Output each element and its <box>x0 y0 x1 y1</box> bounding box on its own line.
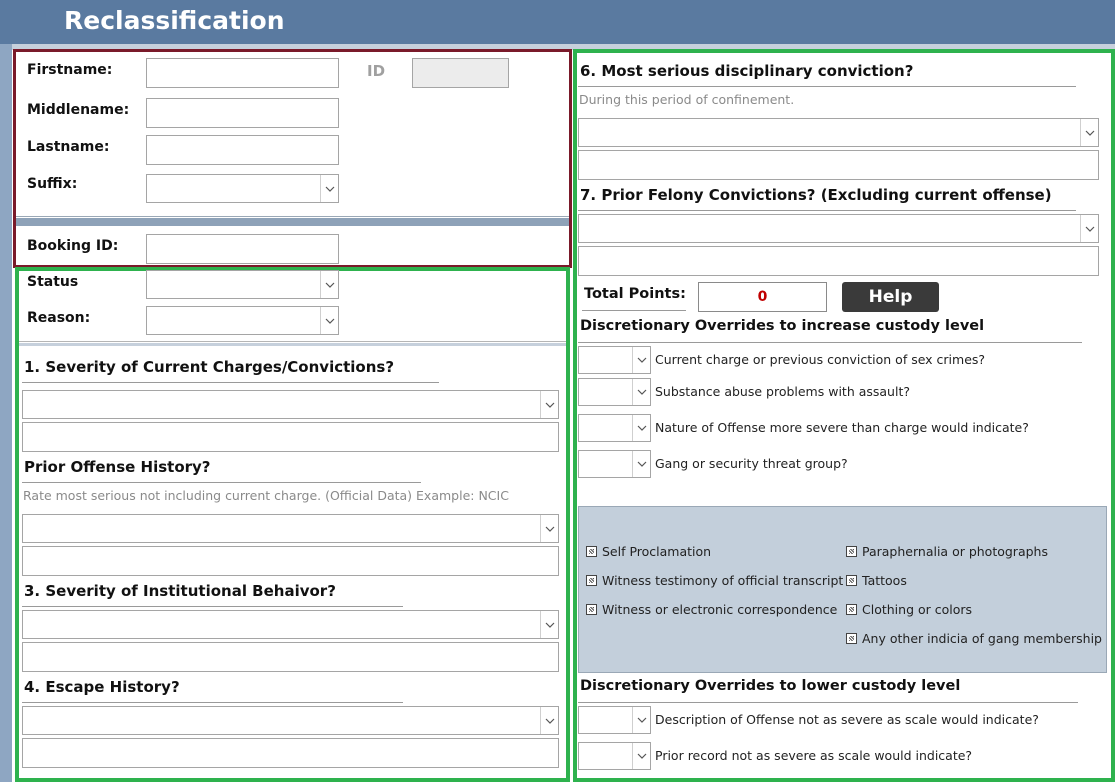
status-label: Status <box>27 274 79 290</box>
q7-label: 7. Prior Felony Convictions? (Excluding … <box>580 186 1052 204</box>
q3-points-input[interactable] <box>22 642 559 672</box>
chevron-down-icon <box>320 175 338 202</box>
q6-select[interactable] <box>578 118 1099 147</box>
overrides-increase-underline <box>578 342 1082 343</box>
checkbox[interactable] <box>586 546 597 557</box>
override-gang-select[interactable] <box>578 450 651 478</box>
q4-underline <box>22 702 403 703</box>
lastname-label: Lastname: <box>27 139 110 155</box>
q1-select[interactable] <box>22 390 559 419</box>
identity-divider-bar <box>16 218 569 226</box>
chevron-down-icon <box>540 611 558 638</box>
checkbox[interactable] <box>846 604 857 615</box>
override-sex-crimes-select[interactable] <box>578 346 651 374</box>
q2-hint: Rate most serious not including current … <box>23 488 509 503</box>
suffix-select[interactable] <box>146 174 339 203</box>
checkbox[interactable] <box>846 633 857 644</box>
override-description-select[interactable] <box>578 706 651 734</box>
q6-label: 6. Most serious disciplinary conviction? <box>580 62 914 80</box>
booking-id-input[interactable] <box>146 234 339 264</box>
q7-select[interactable] <box>578 214 1099 243</box>
status-divider-line <box>19 341 566 342</box>
override-description-label: Description of Offense not as severe as … <box>655 712 1039 727</box>
page-title: Reclassification <box>64 6 285 35</box>
override-offense-severe-select[interactable] <box>578 414 651 442</box>
q4-label: 4. Escape History? <box>24 678 180 696</box>
override-prior-record-select[interactable] <box>578 742 651 770</box>
checkbox[interactable] <box>846 546 857 557</box>
q3-underline <box>22 606 403 607</box>
chevron-down-icon <box>1080 119 1098 146</box>
checkbox[interactable] <box>846 575 857 586</box>
status-divider-bar <box>19 343 566 346</box>
booking-id-label: Booking ID: <box>27 238 119 254</box>
q3-select[interactable] <box>22 610 559 639</box>
q1-points-input[interactable] <box>22 422 559 452</box>
chevron-down-icon <box>632 347 650 373</box>
override-gang-label: Gang or security threat group? <box>655 456 848 471</box>
override-sex-crimes-label: Current charge or previous conviction of… <box>655 352 986 367</box>
checkbox[interactable] <box>586 604 597 615</box>
overrides-increase-heading: Discretionary Overrides to increase cust… <box>580 318 985 334</box>
id-label: ID <box>367 62 386 80</box>
override-offense-severe-label: Nature of Offense more severe than charg… <box>655 420 1029 435</box>
q4-select[interactable] <box>22 706 559 735</box>
firstname-label: Firstname: <box>27 62 113 78</box>
total-points-value: 0 <box>698 282 827 312</box>
reason-select[interactable] <box>146 306 339 335</box>
chevron-down-icon <box>1080 215 1098 242</box>
total-points-underline <box>582 310 686 311</box>
q2-points-input[interactable] <box>22 546 559 576</box>
chevron-down-icon <box>540 391 558 418</box>
gang-indicator-clothing[interactable]: Clothing or colors <box>846 602 972 617</box>
q7-underline <box>578 210 1076 211</box>
gang-indicator-tattoos[interactable]: Tattoos <box>846 573 907 588</box>
reason-label: Reason: <box>27 310 91 326</box>
left-side-strip <box>0 44 12 782</box>
chevron-down-icon <box>540 707 558 734</box>
chevron-down-icon <box>632 707 650 733</box>
q2-select[interactable] <box>22 514 559 543</box>
gang-indicator-self-proclamation[interactable]: Self Proclamation <box>586 544 711 559</box>
gang-indicator-witness-testimony[interactable]: Witness testimony of official transcript <box>586 573 843 588</box>
middlename-input[interactable] <box>146 98 339 128</box>
q7-points-input[interactable] <box>578 246 1099 276</box>
gang-indicator-witness-correspondence[interactable]: Witness or electronic correspondence <box>586 602 837 617</box>
gang-indicator-paraphernalia[interactable]: Paraphernalia or photographs <box>846 544 1048 559</box>
help-button[interactable]: Help <box>842 282 939 312</box>
lastname-input[interactable] <box>146 135 339 165</box>
q2-underline <box>22 482 421 483</box>
suffix-label: Suffix: <box>27 176 78 192</box>
chevron-down-icon <box>632 743 650 769</box>
chevron-down-icon <box>320 271 338 298</box>
chevron-down-icon <box>540 515 558 542</box>
q3-label: 3. Severity of Institutional Behaivor? <box>24 582 336 600</box>
identity-divider-line <box>16 216 569 217</box>
override-substance-abuse-label: Substance abuse problems with assault? <box>655 384 910 399</box>
q4-points-input[interactable] <box>22 738 559 768</box>
gang-indicator-other[interactable]: Any other indicia of gang membership <box>846 631 1102 646</box>
override-substance-abuse-select[interactable] <box>578 378 651 406</box>
total-points-label: Total Points: <box>584 286 686 302</box>
overrides-lower-heading: Discretionary Overrides to lower custody… <box>580 678 961 694</box>
q6-points-input[interactable] <box>578 150 1099 180</box>
overrides-lower-underline <box>578 702 1078 703</box>
middlename-label: Middlename: <box>27 102 130 118</box>
checkbox[interactable] <box>586 575 597 586</box>
q1-label: 1. Severity of Current Charges/Convictio… <box>24 358 395 376</box>
chevron-down-icon <box>632 451 650 477</box>
firstname-input[interactable] <box>146 58 339 88</box>
status-select[interactable] <box>146 270 339 299</box>
chevron-down-icon <box>632 415 650 441</box>
q6-hint: During this period of confinement. <box>579 92 795 107</box>
q2-label: Prior Offense History? <box>24 458 211 476</box>
override-prior-record-label: Prior record not as severe as scale woul… <box>655 748 973 763</box>
chevron-down-icon <box>320 307 338 334</box>
q1-underline <box>22 382 439 383</box>
gang-indicators-panel <box>578 506 1107 673</box>
q6-underline <box>578 86 1076 87</box>
id-input <box>412 58 509 88</box>
chevron-down-icon <box>632 379 650 405</box>
